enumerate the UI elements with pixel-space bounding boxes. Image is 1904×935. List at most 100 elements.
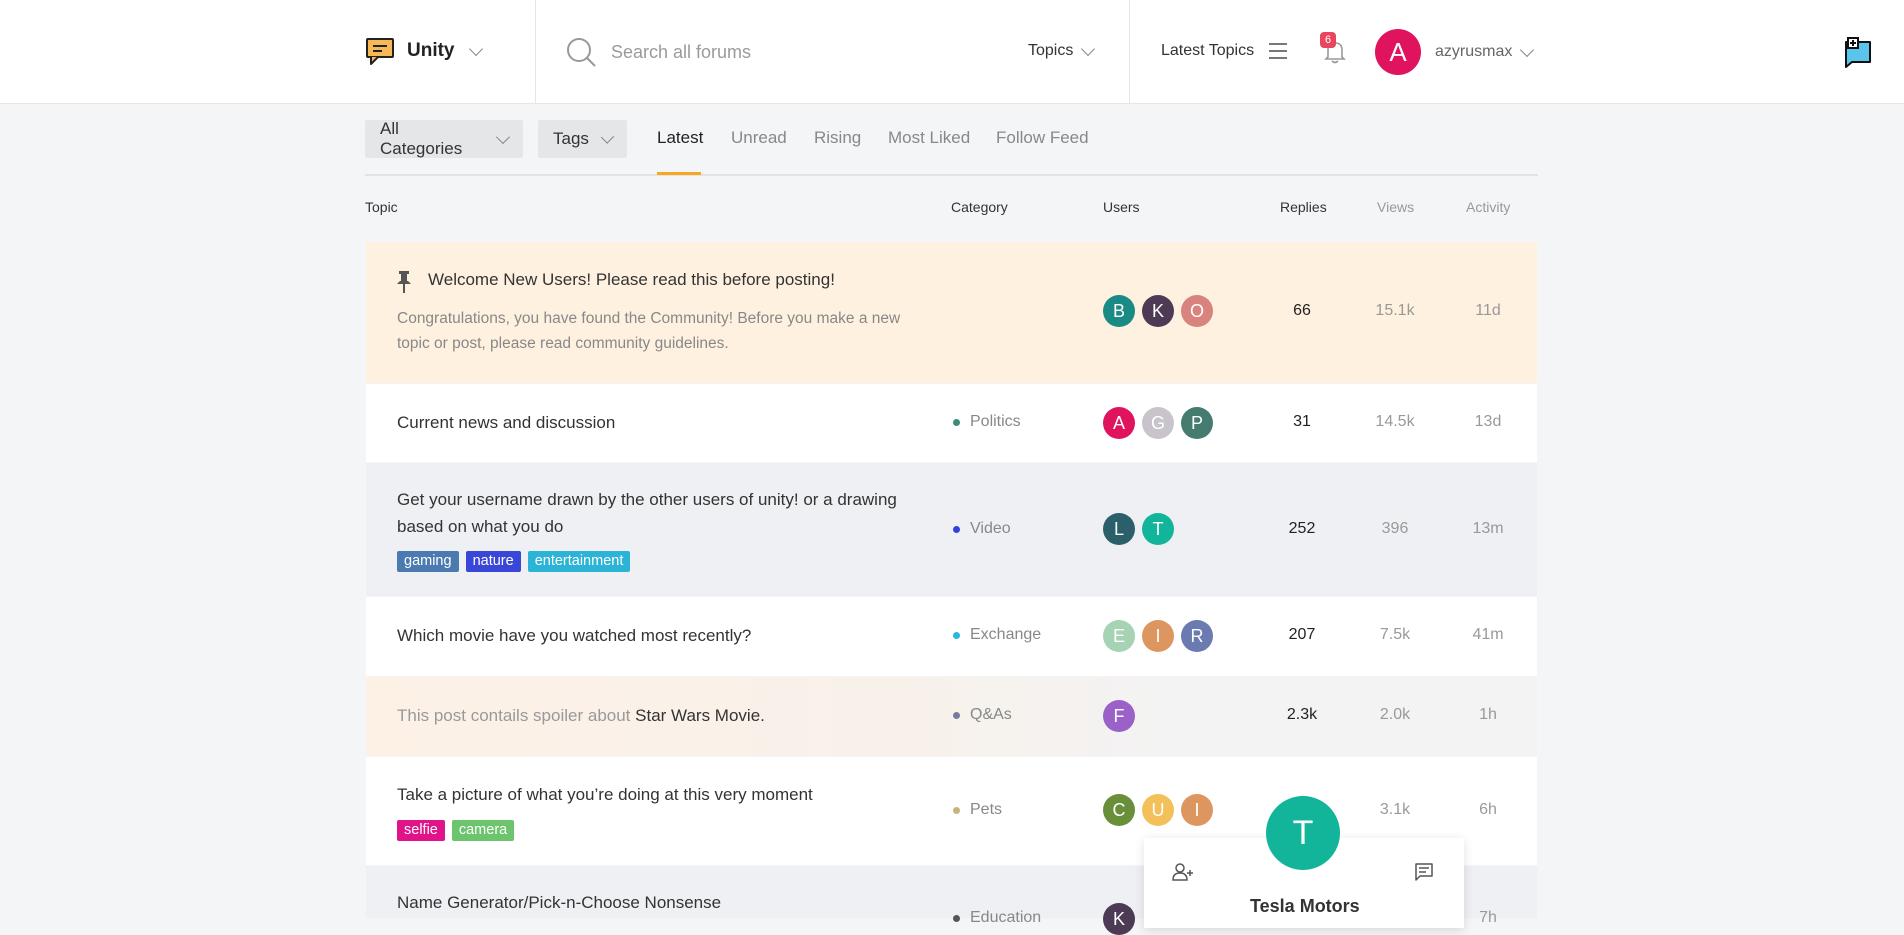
topic-users: E I R xyxy=(1103,620,1213,652)
avatar[interactable]: I xyxy=(1181,794,1213,826)
column-header-users[interactable]: Users xyxy=(1103,199,1140,215)
avatar[interactable]: O xyxy=(1181,295,1213,327)
tab-latest[interactable]: Latest xyxy=(657,128,703,148)
avatar[interactable]: K xyxy=(1142,295,1174,327)
chevron-down-icon xyxy=(496,129,511,144)
category-name: Video xyxy=(970,520,1011,537)
table-row[interactable]: Current news and discussion Politics A G… xyxy=(366,384,1537,462)
activity-time[interactable]: 41m xyxy=(1458,626,1518,644)
excerpt-line: Congratulations, you have found the Comm… xyxy=(397,310,901,327)
tag[interactable]: entertainment xyxy=(527,551,631,572)
topic-users: C U I xyxy=(1103,794,1213,826)
topic-title[interactable]: Take a picture of what you’re doing at t… xyxy=(397,781,813,808)
category-link[interactable]: Politics xyxy=(953,413,1021,431)
category-link[interactable]: Video xyxy=(953,520,1011,538)
table-row[interactable]: Welcome New Users! Please read this befo… xyxy=(366,242,1537,383)
tag[interactable]: camera xyxy=(451,820,515,841)
avatar[interactable]: A xyxy=(1103,407,1135,439)
avatar[interactable]: T xyxy=(1142,513,1174,545)
forum-name: Unity xyxy=(407,40,455,61)
avatar[interactable]: R xyxy=(1181,620,1213,652)
table-row[interactable]: Get your username drawn by the other use… xyxy=(366,463,1537,596)
column-header-replies[interactable]: Replies xyxy=(1280,199,1327,215)
active-tab-indicator xyxy=(657,172,701,175)
avatar[interactable]: F xyxy=(1103,700,1135,732)
activity-time[interactable]: 6h xyxy=(1458,801,1518,819)
chevron-down-icon xyxy=(600,129,615,144)
activity-time[interactable]: 11d xyxy=(1458,302,1518,320)
category-name: Exchange xyxy=(970,626,1042,643)
user-avatar[interactable]: A xyxy=(1375,29,1421,75)
tab-follow-feed[interactable]: Follow Feed xyxy=(996,128,1089,148)
avatar[interactable]: I xyxy=(1142,620,1174,652)
category-name: Pets xyxy=(970,801,1003,818)
replies-count: 252 xyxy=(1288,520,1316,537)
category-link[interactable]: Education xyxy=(953,909,1041,927)
topic-title[interactable]: Welcome New Users! Please read this befo… xyxy=(428,266,835,293)
topic-title[interactable]: Get your username drawn by the other use… xyxy=(397,486,897,540)
tab-most-liked[interactable]: Most Liked xyxy=(888,128,970,148)
activity-time[interactable]: 7h xyxy=(1458,909,1518,927)
category-link[interactable]: Exchange xyxy=(953,626,1041,644)
tab-unread[interactable]: Unread xyxy=(731,128,787,148)
avatar[interactable]: P xyxy=(1181,407,1213,439)
message-icon[interactable] xyxy=(1414,862,1434,882)
avatar[interactable]: B xyxy=(1103,295,1135,327)
top-header: Unity Search all forums Topics Latest To… xyxy=(0,0,1904,104)
user-card-name[interactable]: Tesla Motors xyxy=(1250,896,1360,917)
replies-count: 2.3k xyxy=(1286,706,1318,723)
title-line: based on what you do xyxy=(397,517,564,536)
column-header-category[interactable]: Category xyxy=(951,199,1008,215)
category-dot xyxy=(953,418,960,426)
avatar[interactable]: C xyxy=(1103,794,1135,826)
latest-topics-menu[interactable]: Latest Topics xyxy=(1161,42,1288,60)
category-name: Politics xyxy=(970,413,1021,430)
spoiler-subject: Star Wars Movie. xyxy=(635,706,765,725)
topic-users: B K O xyxy=(1103,295,1213,327)
column-header-activity[interactable]: Activity xyxy=(1466,199,1510,215)
tab-rising[interactable]: Rising xyxy=(814,128,861,148)
category-link[interactable]: Q&As xyxy=(953,706,1012,724)
tags-dropdown[interactable]: Tags xyxy=(538,120,627,158)
table-row[interactable]: Which movie have you watched most recent… xyxy=(366,597,1537,676)
column-header-views[interactable]: Views xyxy=(1377,199,1414,215)
topic-users: K xyxy=(1103,903,1135,935)
chevron-down-icon xyxy=(1081,41,1096,56)
avatar[interactable]: E xyxy=(1103,620,1135,652)
activity-time[interactable]: 13m xyxy=(1458,520,1518,538)
topic-title[interactable]: Current news and discussion xyxy=(397,409,615,436)
search-input[interactable]: Search all forums xyxy=(611,42,751,63)
category-link[interactable]: Pets xyxy=(953,801,1002,819)
new-topic-icon[interactable] xyxy=(1842,36,1874,68)
search-bar[interactable]: Search all forums xyxy=(565,36,751,68)
replies-count: 207 xyxy=(1288,626,1316,643)
avatar[interactable]: K xyxy=(1103,903,1135,935)
user-card-avatar[interactable]: T xyxy=(1266,796,1340,870)
views-count: 7.5k xyxy=(1379,626,1411,643)
column-header-topic[interactable]: Topic xyxy=(365,199,398,215)
table-row[interactable]: This post contails spoiler about Star Wa… xyxy=(366,677,1537,756)
tag[interactable]: selfie xyxy=(397,820,445,841)
tag[interactable]: gaming xyxy=(397,551,459,572)
avatar[interactable]: L xyxy=(1103,513,1135,545)
activity-time[interactable]: 1h xyxy=(1458,706,1518,724)
filter-bar: All Categories Tags Latest Unread Rising… xyxy=(365,119,1538,176)
activity-time[interactable]: 13d xyxy=(1458,413,1518,431)
topics-dropdown[interactable]: Topics xyxy=(1028,41,1096,60)
excerpt-line: topic or post, please read community gui… xyxy=(397,335,729,352)
category-dot xyxy=(953,806,960,814)
spoiler-notice[interactable]: This post contails spoiler about Star Wa… xyxy=(397,702,765,729)
forum-switcher[interactable]: Unity xyxy=(365,36,483,66)
pin-icon xyxy=(397,271,411,293)
categories-dropdown[interactable]: All Categories xyxy=(365,119,523,158)
notification-badge: 6 xyxy=(1320,32,1336,48)
topic-title[interactable]: Name Generator/Pick-n-Choose Nonsense xyxy=(397,889,721,916)
search-icon xyxy=(567,38,596,67)
divider xyxy=(535,0,536,104)
topic-title[interactable]: Which movie have you watched most recent… xyxy=(397,622,751,649)
avatar[interactable]: U xyxy=(1142,794,1174,826)
user-menu[interactable]: azyrusmax xyxy=(1435,42,1535,61)
follow-user-icon[interactable] xyxy=(1172,862,1194,882)
avatar[interactable]: G xyxy=(1142,407,1174,439)
tag[interactable]: nature xyxy=(465,551,521,572)
